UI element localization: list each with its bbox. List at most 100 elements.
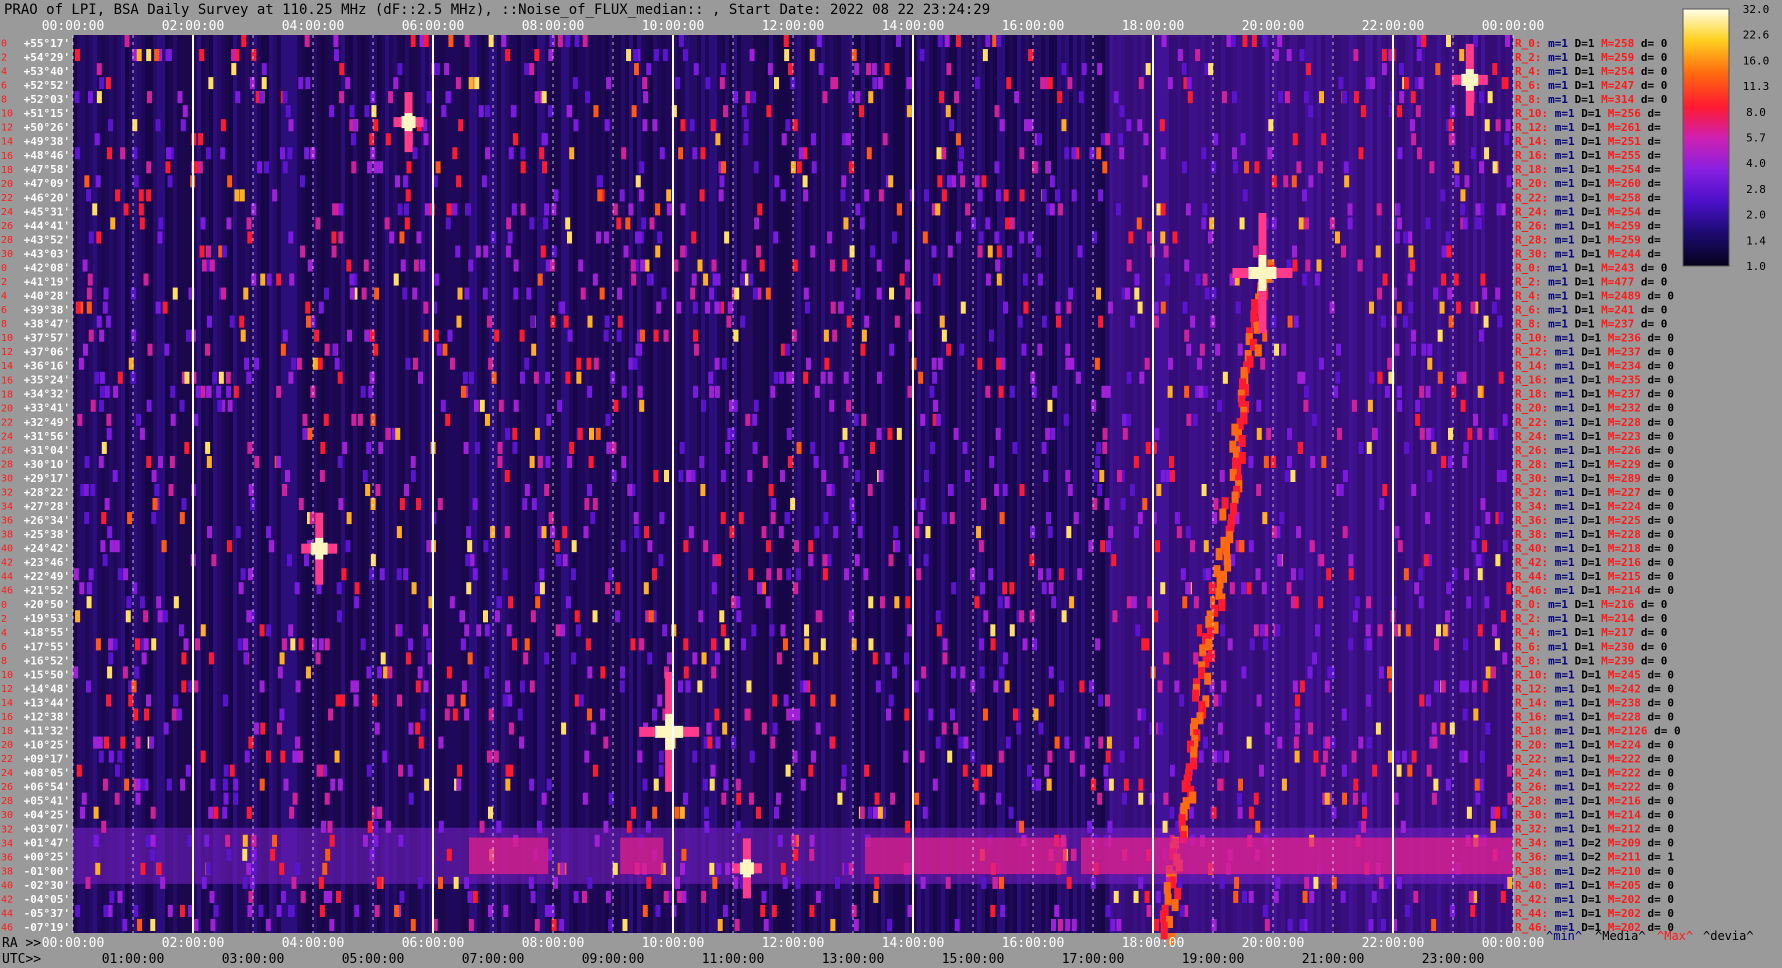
heatmap-cell [1263, 638, 1269, 651]
heatmap-cell [576, 357, 582, 370]
heatmap-cell [1190, 540, 1196, 553]
heatmap-cell [1246, 736, 1252, 749]
heatmap-cell [979, 582, 985, 595]
heatmap-cell [1204, 287, 1210, 300]
heatmap-cell [1022, 273, 1028, 286]
heatmap-cell [408, 722, 414, 735]
heatmap-cell [974, 175, 980, 188]
heatmap-cell [1087, 820, 1093, 833]
heatmap-cell [878, 189, 884, 202]
heatmap-cell [1411, 484, 1417, 497]
heatmap-cell [1425, 217, 1431, 230]
heatmap-cell [1445, 610, 1451, 623]
heatmap-cell [621, 385, 627, 398]
heatmap-cell [287, 554, 293, 567]
heatmap-cell [251, 49, 257, 62]
background-streak [897, 35, 901, 933]
heatmap-cell [1177, 876, 1183, 889]
heatmap-cell [571, 540, 577, 553]
heatmap-cell [1159, 119, 1165, 132]
heatmap-cell [1490, 666, 1496, 679]
heatmap-cell [138, 203, 144, 216]
heatmap-cell [554, 540, 560, 553]
heatmap-cell [345, 540, 351, 553]
background-streak [449, 35, 453, 933]
heatmap-cell [681, 848, 687, 861]
heatmap-cell [1038, 568, 1044, 581]
chart-title: PRAO of LPI, BSA Daily Survey at 110.25 … [4, 2, 990, 18]
heatmap-cell [727, 301, 733, 314]
heatmap-cell [1098, 736, 1104, 749]
heatmap-cell [410, 455, 416, 468]
heatmap-cell [307, 427, 313, 440]
heatmap-cell [876, 287, 882, 300]
heatmap-cell [1055, 301, 1061, 314]
background-streak [289, 35, 293, 933]
heatmap-cell [1104, 778, 1110, 791]
heatmap-cell [1241, 666, 1247, 679]
top-ra-tick-labels: 00:00:00 02:00:00 04:00:00 06:00:00 08:00:00… [42, 19, 1545, 34]
background-streak [729, 35, 733, 933]
track-cell [1224, 559, 1232, 572]
heatmap-cell [985, 217, 991, 230]
heatmap-cell [1482, 287, 1488, 300]
heatmap-cell [1063, 413, 1069, 426]
heatmap-cell [1143, 133, 1149, 146]
heatmap-cell [1404, 904, 1410, 917]
heatmap-cell [1449, 722, 1455, 735]
heatmap-cell [123, 568, 129, 581]
row-number: 24 [1, 768, 13, 779]
heatmap-cell [722, 722, 728, 735]
heatmap-cell [830, 694, 836, 707]
heatmap-cell [1426, 694, 1432, 707]
heatmap-cell [793, 848, 799, 861]
heatmap-cell [646, 63, 652, 76]
heatmap-cell [456, 778, 462, 791]
heatmap-cell [133, 904, 139, 917]
heatmap-cell [1492, 63, 1498, 76]
heatmap-cell [567, 455, 573, 468]
heatmap-cell [723, 778, 729, 791]
heatmap-cell [1229, 582, 1235, 595]
heatmap-cell [1254, 161, 1260, 174]
heatmap-cell [226, 385, 232, 398]
dec-tick: +05°41' [24, 795, 70, 808]
heatmap-cell [1026, 764, 1032, 777]
heatmap-cell [1411, 750, 1417, 763]
heatmap-cell [1503, 77, 1509, 90]
heatmap-cell [1153, 918, 1159, 931]
heatmap-cell [1190, 315, 1196, 328]
heatmap-cell [1421, 343, 1427, 356]
heatmap-cell [1126, 413, 1132, 426]
heatmap-cell [120, 736, 126, 749]
heatmap-cell [345, 77, 351, 90]
heatmap-cell [179, 399, 185, 412]
heatmap-cell [305, 666, 311, 679]
heatmap-cell [769, 624, 775, 637]
heatmap-cell [1126, 119, 1132, 132]
heatmap-cell [1292, 259, 1298, 272]
heatmap-cell [1048, 666, 1054, 679]
heatmap-cell [1369, 77, 1375, 90]
heatmap-cell [299, 175, 305, 188]
heatmap-cell [1484, 596, 1490, 609]
heatmap-cell [78, 357, 84, 370]
track-cell [1215, 548, 1223, 561]
heatmap-cell [1138, 792, 1144, 805]
heatmap-cell [519, 371, 525, 384]
heatmap-cell [1347, 217, 1353, 230]
heatmap-cell [1395, 203, 1401, 216]
heatmap-cell [720, 512, 726, 525]
heatmap-cell [763, 918, 769, 931]
heatmap-cell [1277, 736, 1283, 749]
heatmap-cell [1121, 792, 1127, 805]
heatmap-cell [277, 666, 283, 679]
heatmap-cell [1338, 77, 1344, 90]
heatmap-cell [199, 245, 205, 258]
heatmap-cell [452, 708, 458, 721]
heatmap-cell [929, 441, 935, 454]
heatmap-cell [397, 63, 403, 76]
heatmap-cell [281, 890, 287, 903]
heatmap-cell [373, 161, 379, 174]
heatmap-cell [954, 91, 960, 104]
